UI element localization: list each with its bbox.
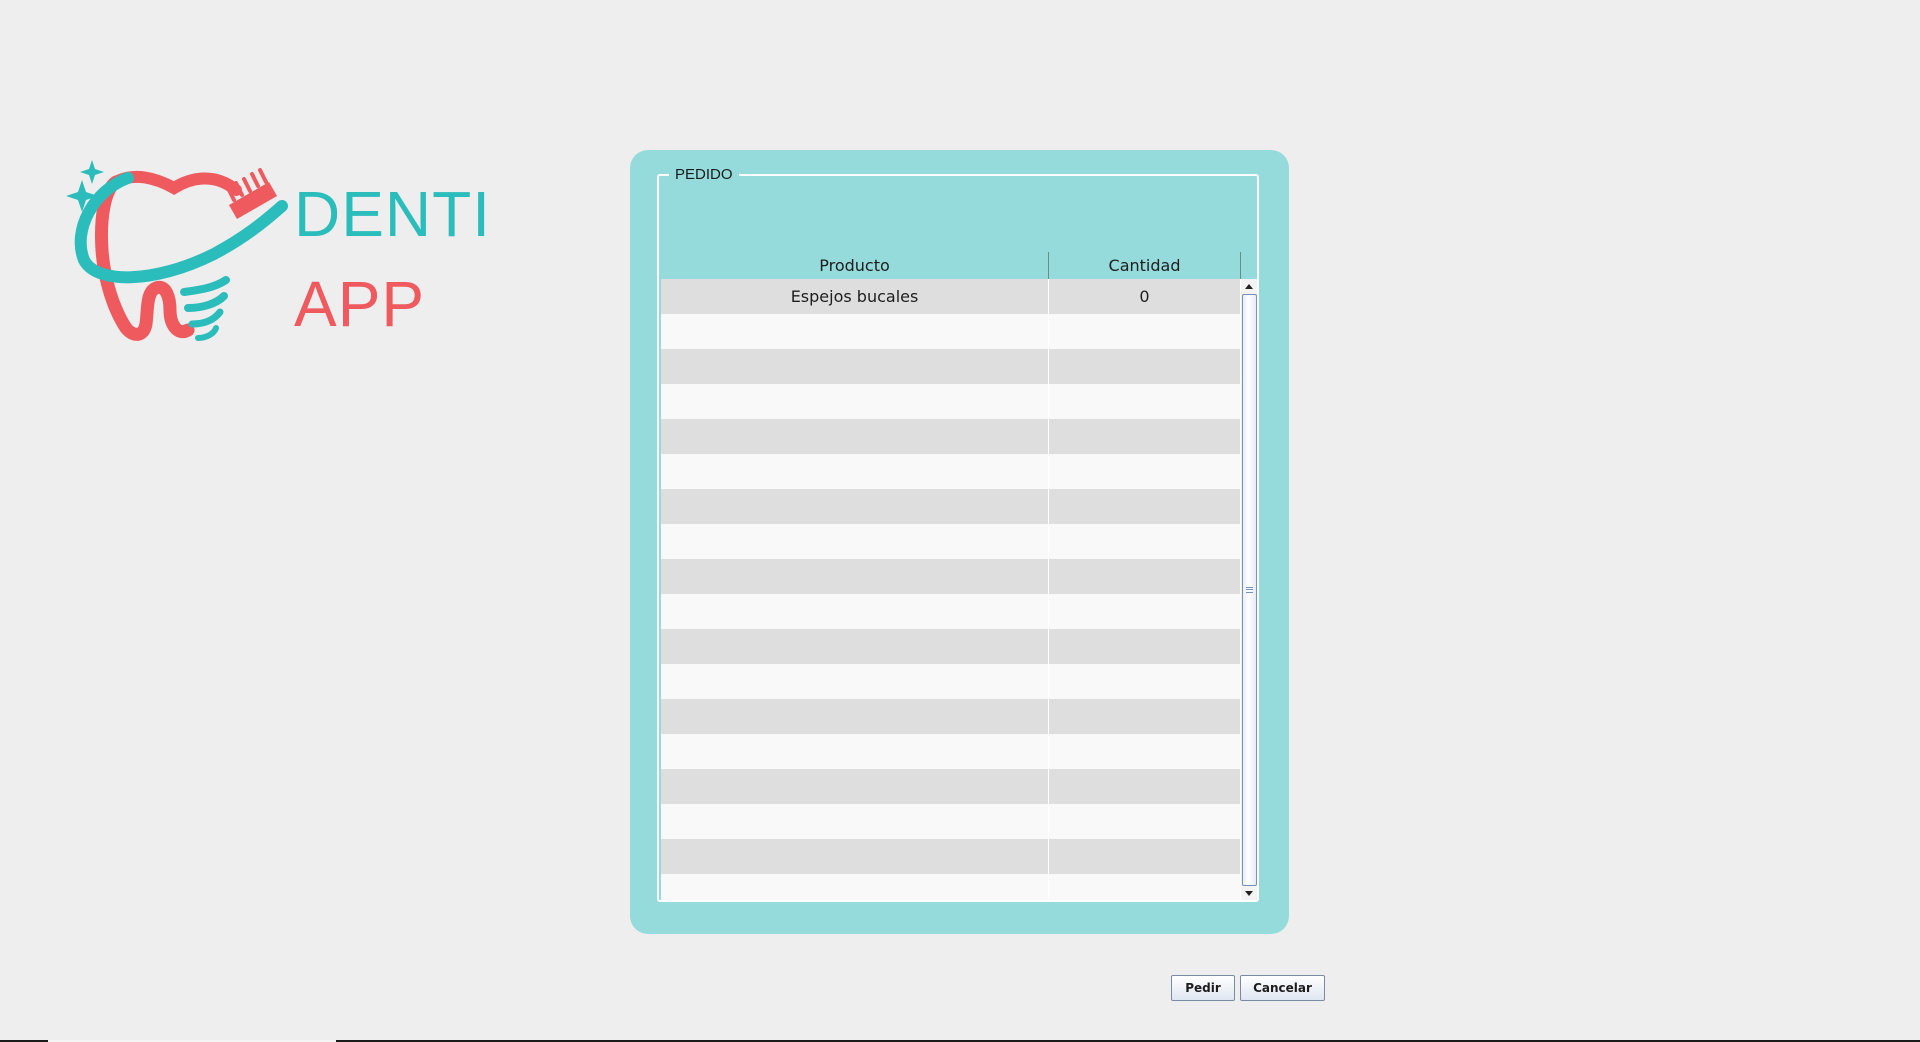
table-row[interactable] — [661, 454, 1241, 489]
cell-producto[interactable] — [661, 314, 1049, 349]
table-row[interactable] — [661, 489, 1241, 524]
order-window: DENTI APP PEDIDO Producto Cantidad Espej… — [0, 0, 1920, 1042]
table-row[interactable] — [661, 804, 1241, 839]
cell-producto[interactable] — [661, 489, 1049, 524]
table-row[interactable] — [661, 524, 1241, 559]
cell-producto[interactable] — [661, 349, 1049, 384]
cell-producto[interactable] — [661, 839, 1049, 874]
cell-cantidad[interactable] — [1049, 314, 1241, 349]
cell-producto[interactable] — [661, 664, 1049, 699]
cell-producto[interactable] — [661, 699, 1049, 734]
cell-producto[interactable] — [661, 874, 1049, 900]
cell-cantidad[interactable] — [1049, 489, 1241, 524]
scroll-down-button[interactable] — [1241, 886, 1257, 900]
table-row[interactable] — [661, 874, 1241, 900]
table-row[interactable] — [661, 349, 1241, 384]
cell-cantidad[interactable] — [1049, 524, 1241, 559]
tooth-toothbrush-logo-icon — [66, 160, 288, 341]
table-body: Espejos bucales 0 — [661, 279, 1241, 900]
cell-producto[interactable] — [661, 734, 1049, 769]
cell-cantidad[interactable] — [1049, 419, 1241, 454]
scroll-down-arrow-icon — [1245, 890, 1253, 896]
table-row[interactable] — [661, 559, 1241, 594]
cell-cantidad[interactable] — [1049, 594, 1241, 629]
denti-app-logo: DENTI APP — [64, 160, 514, 350]
logo-text-app: APP — [294, 268, 426, 340]
scrollbar-grip-icon — [1246, 587, 1253, 593]
scroll-up-arrow-icon — [1245, 283, 1253, 289]
scroll-up-button[interactable] — [1241, 279, 1257, 293]
table-row[interactable] — [661, 629, 1241, 664]
order-table: Producto Cantidad Espejos bucales 0 — [661, 252, 1257, 900]
cell-producto[interactable] — [661, 769, 1049, 804]
groupbox-title: PEDIDO — [669, 166, 739, 184]
cell-producto[interactable] — [661, 804, 1049, 839]
cell-producto[interactable] — [661, 559, 1049, 594]
cell-cantidad[interactable] — [1049, 839, 1241, 874]
table-row[interactable] — [661, 594, 1241, 629]
cell-producto[interactable]: Espejos bucales — [661, 279, 1049, 314]
cell-cantidad[interactable] — [1049, 454, 1241, 489]
cell-cantidad[interactable] — [1049, 699, 1241, 734]
table-row[interactable]: Espejos bucales 0 — [661, 279, 1241, 314]
table-row[interactable] — [661, 699, 1241, 734]
cancelar-button[interactable]: Cancelar — [1240, 975, 1325, 1001]
cell-cantidad[interactable] — [1049, 349, 1241, 384]
table-row[interactable] — [661, 314, 1241, 349]
table-header: Producto Cantidad — [661, 252, 1241, 279]
table-row[interactable] — [661, 769, 1241, 804]
table-row[interactable] — [661, 839, 1241, 874]
cell-cantidad[interactable] — [1049, 804, 1241, 839]
cell-producto[interactable] — [661, 419, 1049, 454]
cell-cantidad[interactable] — [1049, 384, 1241, 419]
cell-cantidad[interactable] — [1049, 734, 1241, 769]
cell-cantidad[interactable] — [1049, 629, 1241, 664]
cell-cantidad[interactable] — [1049, 769, 1241, 804]
scrollbar-thumb[interactable] — [1242, 294, 1257, 886]
cell-producto[interactable] — [661, 454, 1049, 489]
logo-text-denti: DENTI — [294, 178, 491, 250]
cell-producto[interactable] — [661, 594, 1049, 629]
vertical-scrollbar[interactable] — [1241, 279, 1257, 900]
table-row[interactable] — [661, 734, 1241, 769]
column-header-producto[interactable]: Producto — [661, 252, 1049, 279]
order-groupbox: PEDIDO Producto Cantidad Espejos bucales… — [657, 166, 1259, 902]
cell-cantidad[interactable] — [1049, 874, 1241, 900]
pedir-button[interactable]: Pedir — [1171, 975, 1235, 1001]
table-row[interactable] — [661, 419, 1241, 454]
cell-producto[interactable] — [661, 384, 1049, 419]
cell-producto[interactable] — [661, 524, 1049, 559]
cell-cantidad[interactable] — [1049, 559, 1241, 594]
table-row[interactable] — [661, 384, 1241, 419]
cell-producto[interactable] — [661, 629, 1049, 664]
column-header-cantidad[interactable]: Cantidad — [1049, 252, 1241, 279]
cell-cantidad[interactable]: 0 — [1049, 279, 1241, 314]
cell-cantidad[interactable] — [1049, 664, 1241, 699]
order-panel: PEDIDO Producto Cantidad Espejos bucales… — [630, 150, 1289, 934]
table-row[interactable] — [661, 664, 1241, 699]
